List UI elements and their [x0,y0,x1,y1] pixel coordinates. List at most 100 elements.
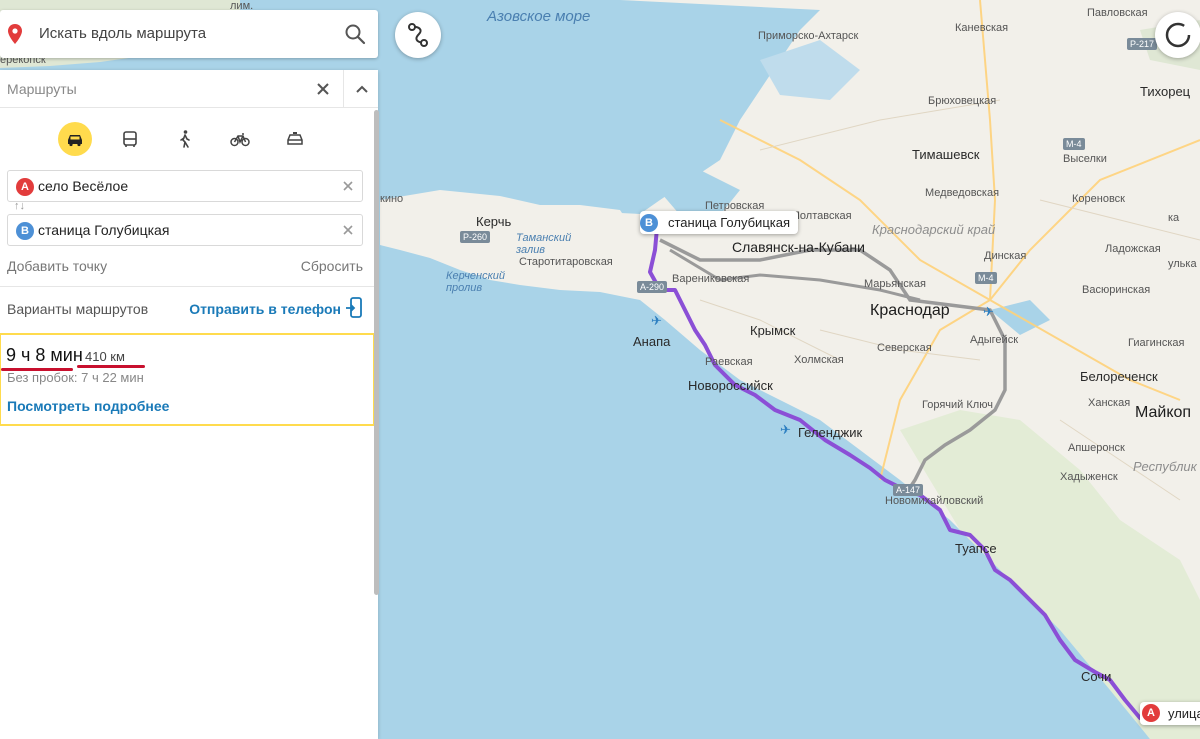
map-label-primorsko: Приморско-Ахтарск [758,30,859,42]
map-label-krasnodar: Краснодар [870,302,950,319]
map-label-kerchensky: Керченский пролив [446,270,506,294]
map-label-ladozhskaya: Ладожская [1105,243,1161,255]
map-label-raevskaya: Раевская [705,356,753,368]
route-duration: 9 ч 8 мин [6,345,83,365]
map-label-krasnodarsky-krai: Краснодарский край [872,222,996,237]
map-label-belorechensk: Белореченск [1080,369,1158,384]
route-no-traffic-time: Без пробок: 7 ч 22 мин [7,370,144,385]
map-label-ust-labinsk: улька [1168,258,1197,270]
map-label-maryanskaya: Марьянская [864,278,926,290]
waypoint-b-icon: B [16,222,34,240]
highway-m4-top-badge: M-4 [1063,138,1085,150]
map-label-khanskaya: Ханская [1088,397,1131,409]
taxi-icon [287,132,303,145]
routes-toggle-button[interactable] [395,12,441,58]
map-label-dinskaya: Динская [984,250,1027,262]
route-details-link[interactable]: Посмотреть подробнее [7,398,169,414]
mode-car-button[interactable] [58,122,92,156]
waypoint-actions: Добавить точку Сбросить [7,258,363,274]
map-label-tikhoretsk: Тихорец [1140,84,1191,99]
highway-m4-mid-badge: M-4 [975,272,997,284]
map-label-slavyansk: Славянск-на-Кубани [732,239,865,255]
route-variants-row: Варианты маршрутов Отправить в телефон [7,297,363,318]
map-label-vyselki: Выселки [1063,153,1107,165]
chevron-up-icon[interactable] [352,78,372,100]
waypoint-a-icon: A [16,178,34,196]
highway-a147-badge: A-147 [893,484,924,496]
waypoint-from-input[interactable]: село Весёлое [38,178,128,194]
map-label-vasyurinskaya: Васюринская [1082,284,1151,296]
airport-anapa-icon: ✈ [651,313,662,328]
map-label-gelendzhik: Геленджик [798,425,863,440]
map-label-ka: ка [1168,212,1180,224]
map-label-kino: кино [380,193,404,205]
reset-link[interactable]: Сбросить [301,258,363,274]
map-label-kerch: Керчь [476,214,512,229]
add-point-link[interactable]: Добавить точку [7,258,107,274]
pin-a-marker-icon: A [1142,704,1160,722]
send-to-phone-link[interactable]: Отправить в телефон [189,301,341,317]
panel-divider [0,286,374,287]
map-label-republic: Республик [1133,459,1197,474]
pedestrian-icon [180,130,190,148]
waypoint-to[interactable]: B станица Голубицкая [7,214,363,246]
route-option-card[interactable]: 9 ч 8 мин 410 км Без пробок: 7 ч 22 мин … [0,333,375,426]
transport-mode-selector [58,122,318,156]
waypoint-to-input[interactable]: станица Голубицкая [38,222,169,238]
map-label-varenikovskaya: Варениковская [672,273,750,285]
routes-panel-header: Маршруты [0,70,378,108]
map-label-severskaya: Северская [877,342,932,354]
map-label-adygeysk: Адыгейск [970,334,1019,346]
close-icon[interactable] [312,78,334,100]
map-label-pavlovskaya: Павловская [1087,7,1148,19]
map-label-kholmskaya: Холмская [794,354,844,366]
yandex-maps-pin-icon [8,24,22,44]
route-distance: 410 км [85,349,125,364]
map-label-starotitarovskaya: Старотитаровская [519,256,613,268]
map-label-anapa: Анапа [633,334,671,349]
map-pin-b-label[interactable]: станица Голубицкая [640,211,799,234]
pin-b-marker-icon: B [640,214,658,232]
route-search-box[interactable]: Искать вдоль маршрута [0,10,378,58]
map-label-tamansky: Таманский залив [516,232,572,256]
distance-underline [77,365,145,368]
waypoint-from[interactable]: A село Весёлое [7,170,363,202]
routes-panel: Маршруты A село Весёлое ↑↓ B станица Гол… [0,70,379,739]
map-label-novomikhaylovskiy: Новомихайловский [885,495,984,507]
map-label-maykop: Майкоп [1135,404,1192,421]
highway-p217-badge: P-217 [1127,38,1158,50]
car-icon [68,135,82,147]
swap-waypoints-icon[interactable]: ↑↓ [14,200,25,212]
map-label-timashevsk: Тимашевск [912,147,980,162]
map-label-azov-sea: Азовское море [487,8,591,25]
map-label-giaginskaya: Гиагинская [1128,337,1185,349]
clear-from-icon[interactable] [341,179,355,193]
airport-krasnodar-icon: ✈ [983,304,994,319]
map-label-kanevskaya: Каневская [955,22,1009,34]
route-search-input[interactable]: Искать вдоль маршрута [39,25,206,42]
map-label-tuapse: Туапсе [955,541,997,556]
map-label-korenovsk: Кореновск [1072,193,1125,205]
map-label-poltavskaya: Полтавская [792,210,852,222]
mode-walk-button[interactable] [168,122,202,156]
highway-p260-badge: P-260 [460,231,491,243]
map-label-apsheronsk: Апшеронск [1068,442,1125,454]
send-to-phone-icon[interactable] [345,297,363,319]
panel-scrollbar[interactable] [374,110,379,595]
highway-a290-badge: A-290 [637,281,668,293]
alice-icon [1165,22,1191,48]
clear-to-icon[interactable] [341,223,355,237]
map-label-goryachiy: Горячий Ключ [922,399,993,411]
header-divider [343,70,344,108]
airport-gelendzhik-icon: ✈ [780,422,791,437]
bicycle-icon [230,133,250,147]
routes-panel-title: Маршруты [7,81,77,97]
route-icon [408,23,428,47]
mode-bus-button[interactable] [113,122,147,156]
mode-taxi-button[interactable] [278,122,312,156]
map-label-khadyzhensk: Хадыженск [1060,471,1118,483]
mode-bike-button[interactable] [223,122,257,156]
search-icon[interactable] [344,23,366,45]
alice-assistant-button[interactable] [1155,12,1200,58]
map-label-bryukhovetskaya: Брюховецкая [928,95,997,107]
